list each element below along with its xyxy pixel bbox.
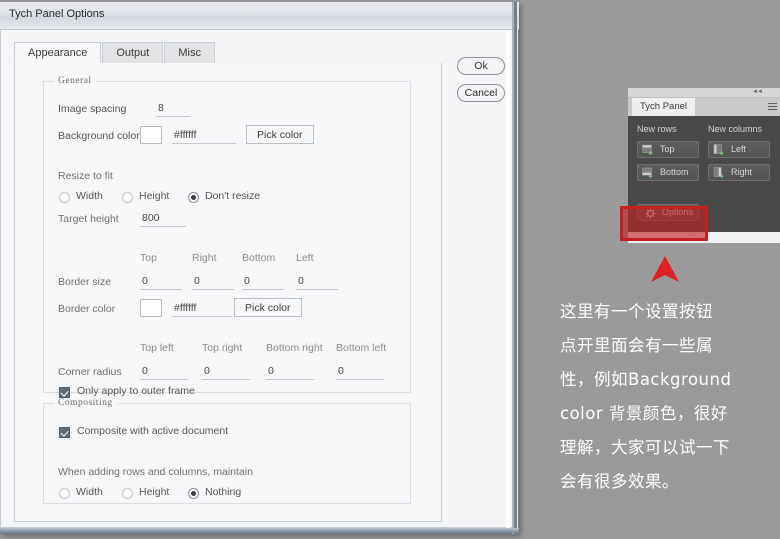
- add-column-right-label: Right: [731, 167, 753, 177]
- cancel-button[interactable]: Cancel: [457, 84, 505, 102]
- corner-radius-bottom-left-input[interactable]: [336, 364, 384, 380]
- composite-active-document-checkbox[interactable]: [59, 427, 70, 438]
- tab-misc[interactable]: Misc: [164, 42, 215, 63]
- maintain-radio-nothing-label: Nothing: [205, 486, 242, 498]
- corner-header-bottom-left: Bottom left: [336, 342, 387, 354]
- tab-appearance[interactable]: Appearance: [14, 42, 102, 63]
- general-group-legend: General: [58, 76, 92, 86]
- border-color-hex-input[interactable]: [172, 301, 232, 317]
- maintain-radio-height-label: Height: [139, 486, 170, 498]
- new-rows-label: New rows: [637, 124, 677, 134]
- dialog-titlebar[interactable]: Tych Panel Options: [0, 2, 519, 30]
- appearance-tab-panel: General Image spacing Background color P…: [14, 63, 442, 522]
- tab-output[interactable]: Output: [102, 42, 164, 63]
- resize-radio-width-label: Width: [76, 190, 103, 202]
- tych-panel-options-dialog: Tych Panel Options Appearance Output Mis…: [0, 2, 519, 534]
- border-header-top: Top: [140, 252, 157, 264]
- add-row-bottom-icon: [642, 167, 653, 178]
- tab-bar: Appearance Output Misc: [14, 42, 442, 64]
- red-arrow-annotation: [651, 256, 679, 282]
- image-spacing-input[interactable]: [156, 101, 190, 117]
- only-outer-frame-checkbox[interactable]: [59, 387, 70, 398]
- options-highlight-rectangle: [620, 206, 708, 241]
- maintain-label: When adding rows and columns, maintain: [58, 466, 253, 478]
- background-pick-color-button[interactable]: Pick color: [246, 125, 314, 144]
- border-header-right: Right: [192, 252, 217, 264]
- border-color-label: Border color: [58, 303, 116, 315]
- add-column-right-icon: [713, 167, 724, 178]
- panel-drag-bar[interactable]: ◄◄: [628, 88, 780, 98]
- border-size-bottom-input[interactable]: [242, 274, 284, 290]
- resize-radio-dont-resize[interactable]: [188, 192, 199, 203]
- target-height-label: Target height: [58, 213, 119, 225]
- ok-button[interactable]: Ok: [457, 57, 505, 75]
- compositing-group: Compositing Composite with active docume…: [43, 398, 411, 504]
- resize-radio-dont-resize-label: Don't resize: [205, 190, 261, 202]
- resize-radio-height[interactable]: [122, 192, 133, 203]
- general-group: General Image spacing Background color P…: [43, 76, 411, 398]
- dialog-bottom-bevel: [0, 528, 519, 533]
- border-size-label: Border size: [58, 276, 112, 288]
- background-color-swatch[interactable]: [140, 126, 162, 144]
- corner-header-top-left: Top left: [140, 342, 174, 354]
- annotation-caption: 这里有一个设置按钮 点开里面会有一些属 性，例如Background color…: [560, 295, 780, 499]
- border-pick-color-button[interactable]: Pick color: [234, 298, 302, 317]
- background-color-hex-input[interactable]: [172, 128, 236, 144]
- maintain-radio-nothing[interactable]: [188, 488, 199, 499]
- border-color-swatch[interactable]: [140, 299, 162, 317]
- dialog-bevel-dark: [514, 2, 517, 534]
- corner-header-bottom-right: Bottom right: [266, 342, 323, 354]
- border-size-left-input[interactable]: [296, 274, 338, 290]
- compositing-group-legend: Compositing: [58, 398, 113, 408]
- dialog-title: Tych Panel Options: [9, 8, 105, 20]
- maintain-radio-width[interactable]: [59, 488, 70, 499]
- add-column-left-label: Left: [731, 144, 747, 154]
- tych-panel-tab[interactable]: Tych Panel: [632, 98, 695, 116]
- caption-line-1: 这里有一个设置按钮: [560, 302, 713, 321]
- background-color-label: Background color: [58, 130, 140, 142]
- panel-menu-icon[interactable]: [768, 103, 777, 111]
- image-spacing-label: Image spacing: [58, 103, 127, 115]
- add-column-left-icon: [713, 144, 724, 155]
- add-row-top-button[interactable]: Top: [637, 141, 699, 158]
- border-size-right-input[interactable]: [192, 274, 234, 290]
- caption-line-5: 理解，大家可以试一下: [560, 438, 730, 457]
- corner-radius-top-left-input[interactable]: [140, 364, 188, 380]
- corner-radius-label: Corner radius: [58, 366, 122, 378]
- maintain-radio-height[interactable]: [122, 488, 133, 499]
- corner-radius-top-right-input[interactable]: [202, 364, 250, 380]
- border-header-bottom: Bottom: [242, 252, 276, 264]
- add-column-right-button[interactable]: Right: [708, 164, 770, 181]
- panel-tab-row: Tych Panel: [628, 98, 780, 116]
- dialog-scrollbar-thumb[interactable]: [506, 32, 510, 150]
- only-outer-frame-label: Only apply to outer frame: [77, 385, 195, 397]
- caption-line-6: 会有很多效果。: [560, 472, 679, 491]
- new-columns-label: New columns: [708, 124, 763, 134]
- corner-header-top-right: Top right: [202, 342, 243, 354]
- target-height-input[interactable]: [140, 211, 186, 227]
- resize-radio-height-label: Height: [139, 190, 170, 202]
- caption-line-3: 性，例如Background: [560, 370, 732, 389]
- resize-to-fit-label: Resize to fit: [58, 170, 113, 182]
- composite-active-document-label: Composite with active document: [77, 425, 229, 437]
- add-row-bottom-label: Bottom: [660, 167, 689, 177]
- caption-line-4: color 背景颜色，很好: [560, 404, 728, 423]
- maintain-radio-width-label: Width: [76, 486, 103, 498]
- resize-radio-width[interactable]: [59, 192, 70, 203]
- add-row-top-label: Top: [660, 144, 675, 154]
- border-header-left: Left: [296, 252, 314, 264]
- border-size-top-input[interactable]: [140, 274, 182, 290]
- add-column-left-button[interactable]: Left: [708, 141, 770, 158]
- add-row-top-icon: [642, 144, 653, 155]
- corner-radius-bottom-right-input[interactable]: [266, 364, 314, 380]
- add-row-bottom-button[interactable]: Bottom: [637, 164, 699, 181]
- collapse-panel-icon[interactable]: ◄◄: [752, 89, 763, 95]
- caption-line-2: 点开里面会有一些属: [560, 336, 713, 355]
